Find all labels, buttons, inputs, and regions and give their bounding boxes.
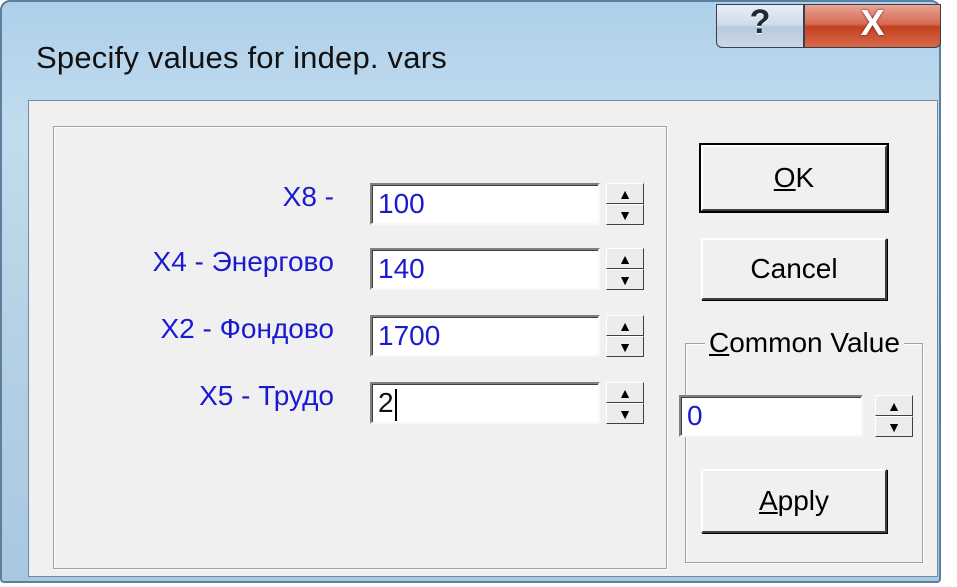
help-button[interactable]: ? bbox=[716, 2, 804, 48]
ok-button-label: K bbox=[795, 162, 815, 193]
common-value-accel: C bbox=[709, 327, 730, 358]
spin-down-icon[interactable]: ▼ bbox=[606, 269, 644, 290]
var-label-x8: X8 - bbox=[282, 181, 334, 212]
spin-down-icon[interactable]: ▼ bbox=[606, 403, 644, 424]
text-caret bbox=[394, 388, 397, 421]
var-spinner-x5[interactable]: ▲ ▼ bbox=[606, 382, 644, 424]
spin-up-icon[interactable]: ▲ bbox=[875, 395, 913, 416]
close-icon: X bbox=[860, 2, 885, 43]
apply-button-accel: A bbox=[758, 485, 778, 516]
ok-button-accel: O bbox=[773, 162, 796, 193]
dialog-window: Specify values for indep. vars ? X X8 - … bbox=[0, 0, 941, 583]
common-value-legend-text: ommon Value bbox=[729, 327, 900, 358]
common-value-legend: Common Value bbox=[705, 327, 904, 359]
var-input-x5[interactable]: 2 bbox=[370, 382, 600, 424]
dialog-body: X8 - 100 ▲ ▼ X4 - Энерговo 140 ▲ ▼ X2 - … bbox=[28, 100, 938, 577]
spin-up-icon[interactable]: ▲ bbox=[606, 382, 644, 403]
variables-group: X8 - 100 ▲ ▼ X4 - Энерговo 140 ▲ ▼ X2 - … bbox=[53, 126, 667, 569]
help-icon: ? bbox=[749, 2, 771, 41]
spin-up-icon[interactable]: ▲ bbox=[606, 315, 644, 336]
spin-down-icon[interactable]: ▼ bbox=[875, 416, 913, 437]
var-label-x4: X4 - Энерговo bbox=[152, 246, 334, 277]
common-value-input[interactable]: 0 bbox=[679, 395, 863, 437]
common-value-spinner[interactable]: ▲ ▼ bbox=[875, 395, 913, 437]
cancel-button[interactable]: Cancel bbox=[701, 238, 887, 300]
var-input-x2[interactable]: 1700 bbox=[370, 315, 600, 357]
spin-down-icon[interactable]: ▼ bbox=[606, 336, 644, 357]
apply-button[interactable]: Apply bbox=[701, 469, 887, 533]
close-button[interactable]: X bbox=[804, 2, 941, 48]
var-input-x8[interactable]: 100 bbox=[370, 183, 600, 225]
var-spinner-x2[interactable]: ▲ ▼ bbox=[606, 315, 644, 357]
var-input-x5-value: 2 bbox=[378, 387, 394, 418]
apply-button-label: pply bbox=[777, 485, 830, 516]
spin-down-icon[interactable]: ▼ bbox=[606, 204, 644, 225]
var-spinner-x8[interactable]: ▲ ▼ bbox=[606, 183, 644, 225]
cancel-button-label: Cancel bbox=[750, 253, 838, 284]
ok-button[interactable]: OK bbox=[699, 143, 889, 213]
var-label-x2: X2 - Фондово bbox=[160, 313, 335, 344]
spin-up-icon[interactable]: ▲ bbox=[606, 248, 644, 269]
var-spinner-x4[interactable]: ▲ ▼ bbox=[606, 248, 644, 290]
var-label-x5: X5 - Трудо bbox=[199, 380, 334, 411]
spin-up-icon[interactable]: ▲ bbox=[606, 183, 644, 204]
window-title: Specify values for indep. vars bbox=[36, 40, 447, 75]
var-input-x4[interactable]: 140 bbox=[370, 248, 600, 290]
